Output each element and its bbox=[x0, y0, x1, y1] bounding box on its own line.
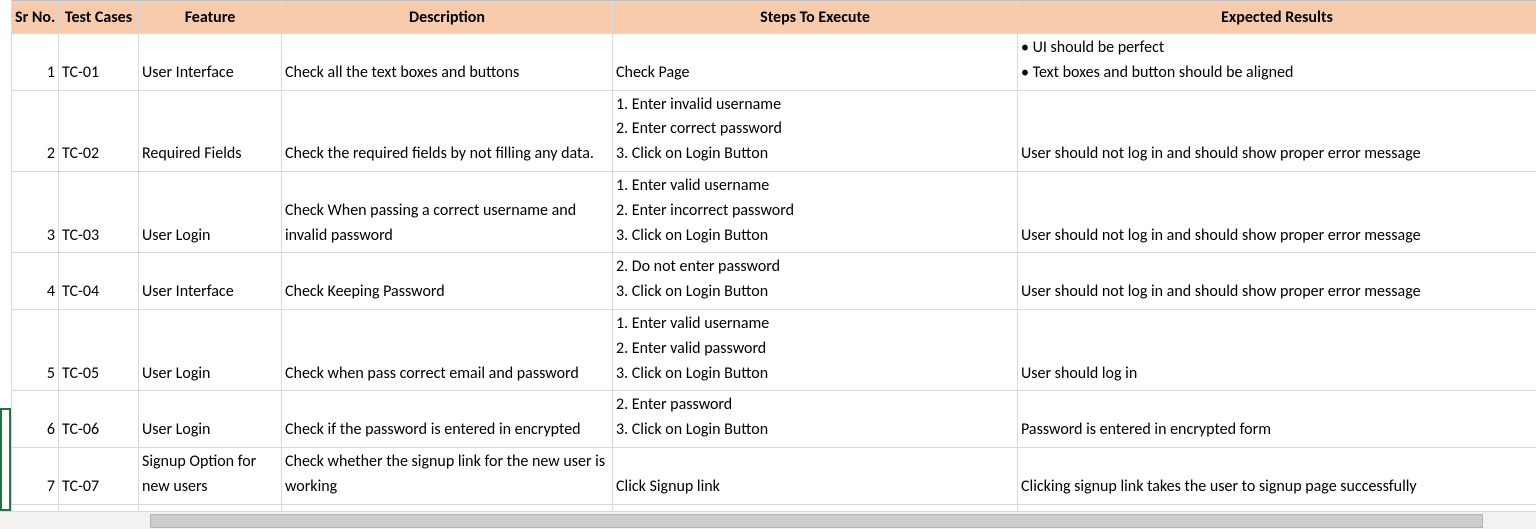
cell-tc[interactable]: TC-02 bbox=[59, 90, 139, 171]
cell-ft[interactable]: User Interface bbox=[139, 34, 282, 91]
table-row[interactable]: 6TC-06User LoginCheck if the password is… bbox=[12, 391, 1536, 448]
cell-de[interactable]: Check Keeping Password bbox=[282, 253, 613, 310]
header-ft[interactable]: Feature bbox=[139, 1, 282, 34]
table-header-row: Sr No. Test Cases Feature Description St… bbox=[12, 1, 1536, 34]
table-row[interactable]: 4TC-04User InterfaceCheck Keeping Passwo… bbox=[12, 253, 1536, 310]
cell-de[interactable]: Check all the text boxes and buttons bbox=[282, 34, 613, 91]
test-cases-table: Sr No. Test Cases Feature Description St… bbox=[11, 0, 1536, 529]
cell-er[interactable]: Clicking signup link takes the user to s… bbox=[1018, 447, 1536, 504]
cell-sr[interactable]: 3 bbox=[12, 171, 59, 252]
cell-de[interactable]: Check whether the signup link for the ne… bbox=[282, 447, 613, 504]
cell-sr[interactable]: 7 bbox=[12, 447, 59, 504]
cell-er[interactable]: User should not log in and should show p… bbox=[1018, 90, 1536, 171]
header-de[interactable]: Description bbox=[282, 1, 613, 34]
cell-de[interactable]: Check if the password is entered in encr… bbox=[282, 391, 613, 448]
cell-tc[interactable]: TC-07 bbox=[59, 447, 139, 504]
table-row[interactable]: 7TC-07Signup Option for new usersCheck w… bbox=[12, 447, 1536, 504]
header-sr[interactable]: Sr No. bbox=[12, 1, 59, 34]
cell-tc[interactable]: TC-05 bbox=[59, 309, 139, 390]
cell-ft[interactable]: Required Fields bbox=[139, 90, 282, 171]
cell-er[interactable]: Password is entered in encrypted form bbox=[1018, 391, 1536, 448]
header-tc[interactable]: Test Cases bbox=[59, 1, 139, 34]
table-body: 1TC-01User InterfaceCheck all the text b… bbox=[12, 34, 1536, 529]
cell-sr[interactable]: 5 bbox=[12, 309, 59, 390]
cell-tc[interactable]: TC-03 bbox=[59, 171, 139, 252]
spreadsheet-viewport: Sr No. Test Cases Feature Description St… bbox=[0, 0, 1536, 529]
cell-st[interactable]: 2. Do not enter password3. Click on Logi… bbox=[613, 253, 1018, 310]
cell-ft[interactable]: User Login bbox=[139, 391, 282, 448]
cell-ft[interactable]: User Interface bbox=[139, 253, 282, 310]
sheet-tab-area[interactable] bbox=[0, 511, 150, 529]
horizontal-scroll-thumb[interactable] bbox=[150, 514, 1483, 528]
cell-ft[interactable]: Signup Option for new users bbox=[139, 447, 282, 504]
cell-st[interactable]: 1. Enter valid username2. Enter valid pa… bbox=[613, 309, 1018, 390]
cell-st[interactable]: Check Page bbox=[613, 34, 1018, 91]
cell-sr[interactable]: 4 bbox=[12, 253, 59, 310]
cell-ft[interactable]: User Login bbox=[139, 309, 282, 390]
cell-sr[interactable]: 1 bbox=[12, 34, 59, 91]
cell-er[interactable]: User should not log in and should show p… bbox=[1018, 253, 1536, 310]
cell-de[interactable]: Check When passing a correct username an… bbox=[282, 171, 613, 252]
cell-sr[interactable]: 2 bbox=[12, 90, 59, 171]
horizontal-scrollbar[interactable] bbox=[150, 511, 1536, 529]
header-er[interactable]: Expected Results bbox=[1018, 1, 1536, 34]
row-gutter bbox=[0, 0, 12, 529]
cell-ft[interactable]: User Login bbox=[139, 171, 282, 252]
cell-tc[interactable]: TC-01 bbox=[59, 34, 139, 91]
cell-st[interactable]: Click Signup link bbox=[613, 447, 1018, 504]
table-row[interactable]: 3TC-03User LoginCheck When passing a cor… bbox=[12, 171, 1536, 252]
active-cell-outline bbox=[0, 408, 11, 511]
cell-st[interactable]: 1. Enter valid username2. Enter incorrec… bbox=[613, 171, 1018, 252]
cell-st[interactable]: 1. Enter invalid username2. Enter correc… bbox=[613, 90, 1018, 171]
cell-sr[interactable]: 6 bbox=[12, 391, 59, 448]
table-row[interactable]: 2TC-02Required FieldsCheck the required … bbox=[12, 90, 1536, 171]
cell-de[interactable]: Check when pass correct email and passwo… bbox=[282, 309, 613, 390]
cell-tc[interactable]: TC-06 bbox=[59, 391, 139, 448]
cell-er[interactable]: • UI should be perfect• Text boxes and b… bbox=[1018, 34, 1536, 91]
cell-de[interactable]: Check the required fields by not filling… bbox=[282, 90, 613, 171]
cell-tc[interactable]: TC-04 bbox=[59, 253, 139, 310]
table-row[interactable]: 5TC-05User LoginCheck when pass correct … bbox=[12, 309, 1536, 390]
cell-er[interactable]: User should log in bbox=[1018, 309, 1536, 390]
cell-er[interactable]: User should not log in and should show p… bbox=[1018, 171, 1536, 252]
table-row[interactable]: 1TC-01User InterfaceCheck all the text b… bbox=[12, 34, 1536, 91]
header-st[interactable]: Steps To Execute bbox=[613, 1, 1018, 34]
cell-st[interactable]: 2. Enter password3. Click on Login Butto… bbox=[613, 391, 1018, 448]
